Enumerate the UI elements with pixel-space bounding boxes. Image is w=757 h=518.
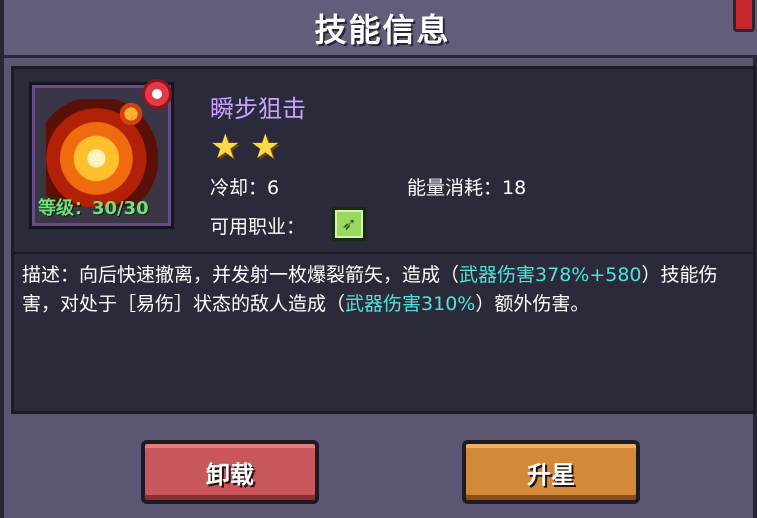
fire-arrow-skill-icon — [46, 99, 158, 207]
skill-detail-panel: 等级：30/30 瞬步狙击 ★ ★ 冷却：6 能量消耗：18 可用职业： ➶ 描… — [11, 66, 756, 414]
dialog-title: 技能信息 — [314, 10, 451, 49]
skill-info-dialog: 技能信息 等级：30/30 瞬步狙击 ★ ★ 冷却：6 能量消耗：18 可用职业… — [0, 0, 757, 518]
skill-level: 等级：30/30 — [38, 198, 149, 219]
star-icon: ★ — [210, 127, 241, 167]
cooldown-stat: 冷却：6 — [210, 177, 280, 199]
unequip-button[interactable]: 卸载 — [141, 440, 319, 504]
star-rating: ★ ★ — [210, 127, 284, 167]
star-icon: ★ — [250, 127, 281, 167]
divider — [14, 252, 753, 254]
star-up-button[interactable]: 升星 — [462, 440, 640, 504]
bow-icon[interactable]: ➶ — [332, 207, 366, 241]
energy-cost-stat: 能量消耗：18 — [407, 177, 527, 199]
title-bar: 技能信息 — [4, 0, 757, 58]
description-highlight: 武器伤害310% — [345, 293, 476, 315]
description-text: ）额外伤害。 — [475, 293, 590, 315]
close-icon[interactable] — [733, 0, 755, 32]
available-jobs-label: 可用职业： — [210, 216, 306, 238]
description-text: 描述：向后快速撤离，并发射一枚爆裂箭矢，造成（ — [22, 264, 460, 286]
description-highlight: 武器伤害378%+580 — [459, 264, 642, 286]
skill-name: 瞬步狙击 — [210, 95, 306, 123]
skill-description: 描述：向后快速撤离，并发射一枚爆裂箭矢，造成（武器伤害378%+580）技能伤害… — [22, 261, 750, 319]
red-gem-icon — [142, 79, 172, 109]
